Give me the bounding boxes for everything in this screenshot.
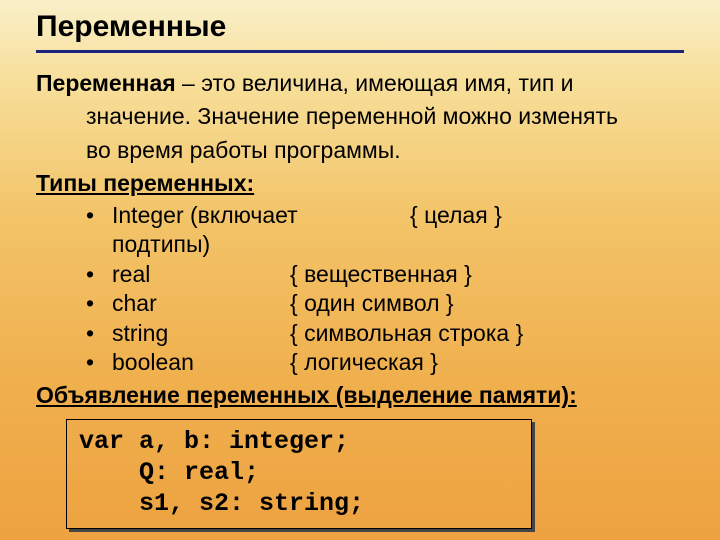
definition-line-1: Переменная – это величина, имеющая имя, … [36,69,684,98]
slide: Переменные Переменная – это величина, им… [0,0,720,540]
type-row-boolean: • boolean { логическая } [36,348,684,377]
code-box: var a, b: integer; Q: real; s1, s2: stri… [66,419,532,529]
types-heading: Типы переменных: [36,169,684,198]
code-line-2: Q: real; [79,458,259,487]
type-row-real: • real { вещественная } [36,260,684,289]
bullet-icon: • [86,289,112,318]
type-note: { вещественная } [282,260,684,289]
type-name: char [112,289,282,318]
type-name: Integer (включает подтипы) [112,201,402,260]
type-note: { один символ } [282,289,684,318]
definition-term: Переменная [36,70,176,96]
page-title: Переменные [36,8,684,44]
type-row-string: • string { символьная строка } [36,319,684,348]
type-row-char: • char { один символ } [36,289,684,318]
type-note: { символьная строка } [282,319,684,348]
definition-rest-1: – это величина, имеющая имя, тип и [176,70,574,96]
bullet-icon: • [86,348,112,377]
type-name: boolean [112,348,282,377]
title-rule [36,50,684,53]
definition-line-3: во время работы программы. [86,136,684,165]
body: Переменная – это величина, имеющая имя, … [36,69,684,529]
type-note: { целая } [402,201,684,230]
code-line-3: s1, s2: string; [79,489,364,518]
type-name: string [112,319,282,348]
bullet-icon: • [86,319,112,348]
bullet-icon: • [86,260,112,289]
definition-line-2: значение. Значение переменной можно изме… [86,102,684,131]
bullet-icon: • [86,201,112,230]
declaration-heading: Объявление переменных (выделение памяти)… [36,381,684,410]
type-name: real [112,260,282,289]
type-row-integer: • Integer (включает подтипы) { целая } [36,201,684,260]
type-note: { логическая } [282,348,684,377]
code-line-1: var a, b: integer; [79,427,349,456]
